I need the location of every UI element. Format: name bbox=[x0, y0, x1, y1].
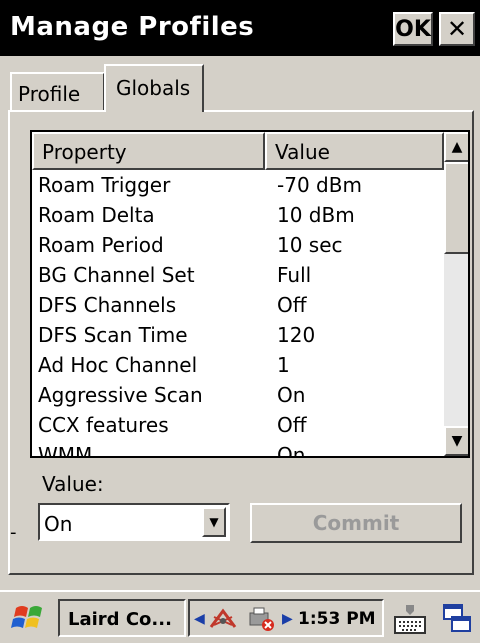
tray-left-arrow-icon[interactable]: ◀ bbox=[194, 611, 205, 627]
property-cell: WMM bbox=[38, 443, 93, 458]
dropdown-selected-value: On bbox=[44, 512, 73, 536]
scroll-down-button[interactable]: ▼ bbox=[444, 426, 468, 456]
table-row[interactable]: DFS Scan Time 120 bbox=[32, 320, 444, 350]
tray-right-arrow-icon[interactable]: ▶ bbox=[282, 611, 293, 627]
value-cell: 1 bbox=[277, 353, 290, 377]
triangle-down-icon: ▼ bbox=[451, 433, 463, 449]
table-row[interactable]: Roam Period 10 sec bbox=[32, 230, 444, 260]
value-cell: 10 dBm bbox=[277, 203, 355, 227]
table-row[interactable]: Roam Trigger -70 dBm bbox=[32, 170, 444, 200]
table-row[interactable]: Aggressive Scan On bbox=[32, 380, 444, 410]
column-header-property[interactable]: Property bbox=[32, 132, 265, 170]
close-button[interactable]: ✕ bbox=[439, 12, 475, 46]
property-cell: Roam Trigger bbox=[38, 173, 171, 197]
property-cell: Aggressive Scan bbox=[38, 383, 203, 407]
value-cell: Full bbox=[277, 263, 312, 287]
tab-label: Globals bbox=[116, 76, 191, 100]
property-cell: Roam Delta bbox=[38, 203, 155, 227]
close-icon: ✕ bbox=[446, 15, 468, 43]
properties-list[interactable]: Property Value Roam Trigger -70 dBm Roam… bbox=[30, 130, 470, 458]
network-icon[interactable] bbox=[208, 605, 238, 633]
table-row[interactable]: DFS Channels Off bbox=[32, 290, 444, 320]
dropdown-arrow-button[interactable]: ▼ bbox=[202, 507, 226, 537]
start-icon[interactable] bbox=[8, 600, 52, 636]
windows-icon[interactable] bbox=[440, 599, 474, 637]
tab-globals[interactable]: Globals bbox=[104, 64, 204, 112]
property-cell: DFS Channels bbox=[38, 293, 177, 317]
table-row[interactable]: Roam Delta 10 dBm bbox=[32, 200, 444, 230]
value-cell: Off bbox=[277, 293, 307, 317]
scroll-up-button[interactable]: ▲ bbox=[444, 132, 468, 162]
table-row[interactable]: CCX features Off bbox=[32, 410, 444, 440]
value-dropdown[interactable]: On ▼ bbox=[38, 503, 230, 541]
value-cell: 10 sec bbox=[277, 233, 343, 257]
tab-label: Profile bbox=[18, 82, 81, 106]
property-cell: BG Channel Set bbox=[38, 263, 195, 287]
list-header: Property Value bbox=[32, 132, 444, 170]
value-cell: Off bbox=[277, 413, 307, 437]
column-header-value[interactable]: Value bbox=[265, 132, 444, 170]
property-cell: Ad Hoc Channel bbox=[38, 353, 198, 377]
system-tray: ◀ ▶ 1:53 PM bbox=[188, 599, 384, 637]
window-title: Manage Profiles bbox=[10, 12, 255, 42]
triangle-up-icon: ▲ bbox=[451, 139, 463, 155]
tab-profile[interactable]: Profile bbox=[10, 72, 105, 110]
value-cell: On bbox=[277, 443, 306, 458]
table-row[interactable]: Ad Hoc Channel 1 bbox=[32, 350, 444, 380]
dash-mark: - bbox=[10, 522, 17, 543]
title-bar: Manage Profiles OK ✕ bbox=[0, 0, 480, 56]
clock[interactable]: 1:53 PM bbox=[298, 609, 376, 629]
printer-error-icon[interactable] bbox=[246, 605, 276, 633]
property-cell: Roam Period bbox=[38, 233, 164, 257]
table-row[interactable]: WMM On bbox=[32, 440, 444, 458]
ok-button[interactable]: OK bbox=[393, 12, 433, 46]
taskbar: Laird Co... ◀ ▶ 1:53 PM bbox=[0, 590, 480, 643]
scroll-thumb[interactable] bbox=[444, 162, 468, 254]
list-rows: Roam Trigger -70 dBm Roam Delta 10 dBm R… bbox=[32, 170, 444, 458]
value-cell: 120 bbox=[277, 323, 316, 347]
value-label: Value: bbox=[42, 472, 104, 496]
property-cell: DFS Scan Time bbox=[38, 323, 188, 347]
task-button[interactable]: Laird Co... bbox=[58, 599, 186, 637]
keyboard-icon[interactable] bbox=[392, 599, 428, 637]
property-cell: CCX features bbox=[38, 413, 169, 437]
commit-button[interactable]: Commit bbox=[250, 503, 462, 543]
value-cell: -70 dBm bbox=[277, 173, 362, 197]
value-cell: On bbox=[277, 383, 306, 407]
table-row[interactable]: BG Channel Set Full bbox=[32, 260, 444, 290]
triangle-down-icon: ▼ bbox=[209, 515, 219, 529]
vertical-scrollbar[interactable]: ▲ ▼ bbox=[444, 132, 468, 456]
